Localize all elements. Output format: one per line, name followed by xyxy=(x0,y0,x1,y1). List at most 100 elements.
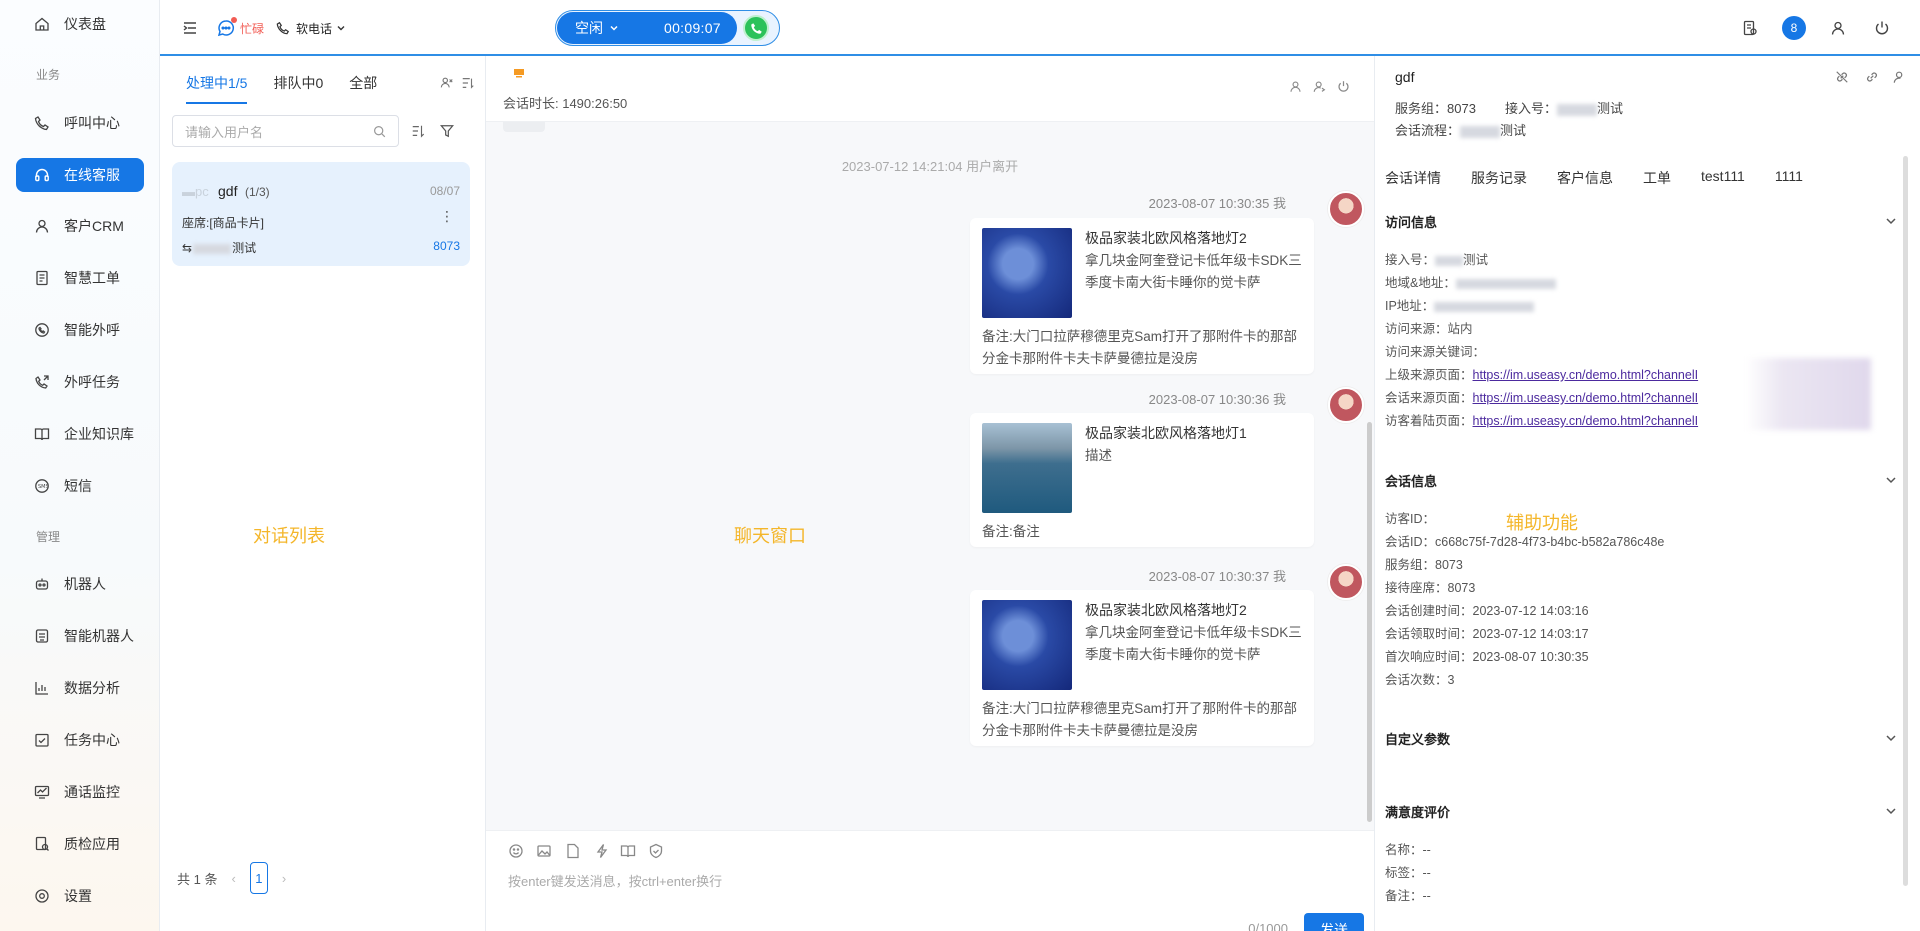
system-message: 2023-07-12 14:21:04 用户离开 xyxy=(841,159,1019,174)
product-card-message[interactable]: 极品家装北欧风格落地灯2 拿几块金阿奎登记卡低年级卡SDK三季度卡南大街卡睡你的… xyxy=(970,218,1314,374)
prev-page-icon[interactable]: ‹ xyxy=(231,871,235,886)
tab-test111[interactable]: test111 xyxy=(1701,168,1745,188)
chat-bubble-icon xyxy=(217,17,237,37)
agent-status-section: 空闲 00:09:07 xyxy=(557,12,737,44)
file-icon[interactable] xyxy=(565,843,583,861)
quick-reply-icon[interactable] xyxy=(594,843,612,861)
sidebar-item-smart-outbound[interactable]: 智能外呼 xyxy=(16,313,144,347)
sidebar-item-workorder[interactable]: 智慧工单 xyxy=(16,261,144,295)
report-icon[interactable] xyxy=(1738,16,1762,40)
tab-all[interactable]: 全部 xyxy=(349,73,377,104)
tab-work-order[interactable]: 工单 xyxy=(1643,168,1671,188)
sidebar-item-analytics[interactable]: 数据分析 xyxy=(16,671,144,705)
sidebar-item-label: 质检应用 xyxy=(64,836,120,852)
visit-source-keyword: 访问来源关键词： xyxy=(1385,345,1486,359)
search-input[interactable]: 请输入用户名 xyxy=(172,115,399,147)
sidebar-item-dashboard[interactable]: 仪表盘 xyxy=(16,7,144,41)
product-image xyxy=(982,228,1072,318)
busy-status[interactable]: 忙碌 xyxy=(217,0,264,56)
tab-customer-info[interactable]: 客户信息 xyxy=(1557,168,1613,188)
softphone-select[interactable]: 软电话 xyxy=(276,0,346,56)
sidebar-item-knowledge[interactable]: 企业知识库 xyxy=(16,417,144,451)
service-group: 服务组：8073 xyxy=(1395,101,1476,116)
sidebar-item-inspection[interactable]: 质检应用 xyxy=(16,827,144,861)
next-page-icon[interactable]: › xyxy=(282,871,286,886)
busy-label: 忙碌 xyxy=(240,21,265,36)
chat-panel: 会话时长: 1490:26:50 2023-07-12 14:21:04 用户离… xyxy=(486,56,1374,931)
tab-queue[interactable]: 排队中0 xyxy=(273,73,323,104)
chat-scrollbar[interactable] xyxy=(1367,422,1372,822)
tab-session-detail[interactable]: 会话详情 xyxy=(1385,168,1441,188)
upper-source-link[interactable]: https://im.useasy.cn/demo.html?channelI xyxy=(1473,368,1699,382)
user-group-icon[interactable] xyxy=(440,76,454,93)
sort-icon[interactable] xyxy=(461,76,475,93)
knowledge-book-icon[interactable] xyxy=(620,843,638,861)
conversation-card[interactable]: ▬pc gdf (1/3) 08/07 座席:[商品卡片] ⋮ ⇆ 测试 8073 xyxy=(172,162,470,266)
user-icon xyxy=(34,218,50,234)
menu-fold-icon[interactable] xyxy=(182,0,198,56)
power-icon[interactable] xyxy=(1870,16,1894,40)
product-card-message[interactable]: 极品家装北欧风格落地灯2 拿几块金阿奎登记卡低年级卡SDK三季度卡南大街卡睡你的… xyxy=(970,590,1314,746)
power-icon[interactable] xyxy=(1337,80,1350,96)
filter-icon[interactable] xyxy=(440,124,454,141)
page-number[interactable]: 1 xyxy=(249,862,268,894)
chevron-down-icon[interactable] xyxy=(1884,214,1898,228)
access-number: 接入号： 测试 xyxy=(1505,101,1624,116)
sidebar-item-crm[interactable]: 客户CRM xyxy=(16,209,144,243)
softphone-label: 软电话 xyxy=(296,21,333,36)
chevron-down-icon[interactable] xyxy=(1884,473,1898,487)
previous-message-bubble xyxy=(503,122,545,132)
sidebar-item-label: 外呼任务 xyxy=(64,374,120,390)
info-scrollbar[interactable] xyxy=(1903,156,1908,886)
phone-outgoing-icon xyxy=(34,374,50,390)
sidebar-item-label: 设置 xyxy=(64,888,92,904)
landing-page-link[interactable]: https://im.useasy.cn/demo.html?channelI xyxy=(1473,414,1699,428)
agent-status-select[interactable]: 空闲 xyxy=(575,18,619,38)
message-input[interactable]: 按enter键发送消息，按ctrl+enter换行 xyxy=(508,871,722,890)
sidebar-item-smart-robot[interactable]: 智能机器人 xyxy=(16,619,144,653)
chevron-down-icon[interactable] xyxy=(1884,731,1898,745)
tab-processing[interactable]: 处理中1/5 xyxy=(186,73,248,104)
link-icon[interactable] xyxy=(1865,70,1879,87)
sidebar-item-settings[interactable]: 设置 xyxy=(16,879,144,913)
agent-status-label: 空闲 xyxy=(575,20,603,36)
sidebar-item-call-center[interactable]: 呼叫中心 xyxy=(16,106,144,140)
user-profile-icon[interactable] xyxy=(1826,16,1850,40)
sidebar-item-task-center[interactable]: 任务中心 xyxy=(16,723,144,757)
tab-1111[interactable]: 1111 xyxy=(1775,168,1803,188)
emoji-icon[interactable] xyxy=(508,843,526,861)
sidebar-item-robot[interactable]: 机器人 xyxy=(16,567,144,601)
sidebar-item-sms[interactable]: SMS 短信 xyxy=(16,469,144,503)
visitor-id: 访客ID： xyxy=(1385,512,1436,526)
user-icon[interactable] xyxy=(1289,80,1302,96)
sidebar-item-label: 仪表盘 xyxy=(64,16,106,32)
sidebar-item-label: 客户CRM xyxy=(64,218,124,234)
whatsapp-phone-icon xyxy=(34,322,50,338)
tab-service-record[interactable]: 服务记录 xyxy=(1471,168,1527,188)
call-status-bar: 空闲 00:09:07 xyxy=(555,10,780,46)
visit-info-title[interactable]: 访问信息 xyxy=(1385,212,1437,231)
satisfaction-title[interactable]: 满意度评价 xyxy=(1385,802,1450,821)
evaluation-icon[interactable] xyxy=(648,843,666,861)
session-source-link[interactable]: https://im.useasy.cn/demo.html?channelI xyxy=(1473,391,1699,405)
custom-params-title[interactable]: 自定义参数 xyxy=(1385,729,1450,748)
sidebar-item-call-monitor[interactable]: 通话监控 xyxy=(16,775,144,809)
chevron-down-icon[interactable] xyxy=(1884,804,1898,818)
product-card-message[interactable]: 极品家装北欧风格落地灯1 描述 备注:备注 xyxy=(970,413,1314,547)
unlink-icon[interactable] xyxy=(1835,70,1849,87)
user-settings-icon[interactable] xyxy=(1893,70,1907,87)
sort-order-icon[interactable] xyxy=(411,124,425,141)
sidebar-item-outbound-task[interactable]: 外呼任务 xyxy=(16,365,144,399)
dial-button[interactable] xyxy=(743,15,769,41)
bar-chart-icon xyxy=(34,680,50,696)
total-count: 共 1 条 xyxy=(177,871,218,887)
notification-badge[interactable]: 8 xyxy=(1782,16,1806,40)
sidebar-item-label: 数据分析 xyxy=(64,680,120,696)
session-info-title[interactable]: 会话信息 xyxy=(1385,471,1437,490)
more-options-icon[interactable]: ⋮ xyxy=(440,208,454,225)
send-button[interactable]: 发送 xyxy=(1304,913,1364,931)
image-icon[interactable] xyxy=(536,843,554,861)
sidebar-item-online-service[interactable]: 在线客服 xyxy=(16,158,144,192)
transfer-user-icon[interactable] xyxy=(1313,80,1326,96)
landing-page: 访客着陆页面：https://im.useasy.cn/demo.html?ch… xyxy=(1385,414,1699,428)
